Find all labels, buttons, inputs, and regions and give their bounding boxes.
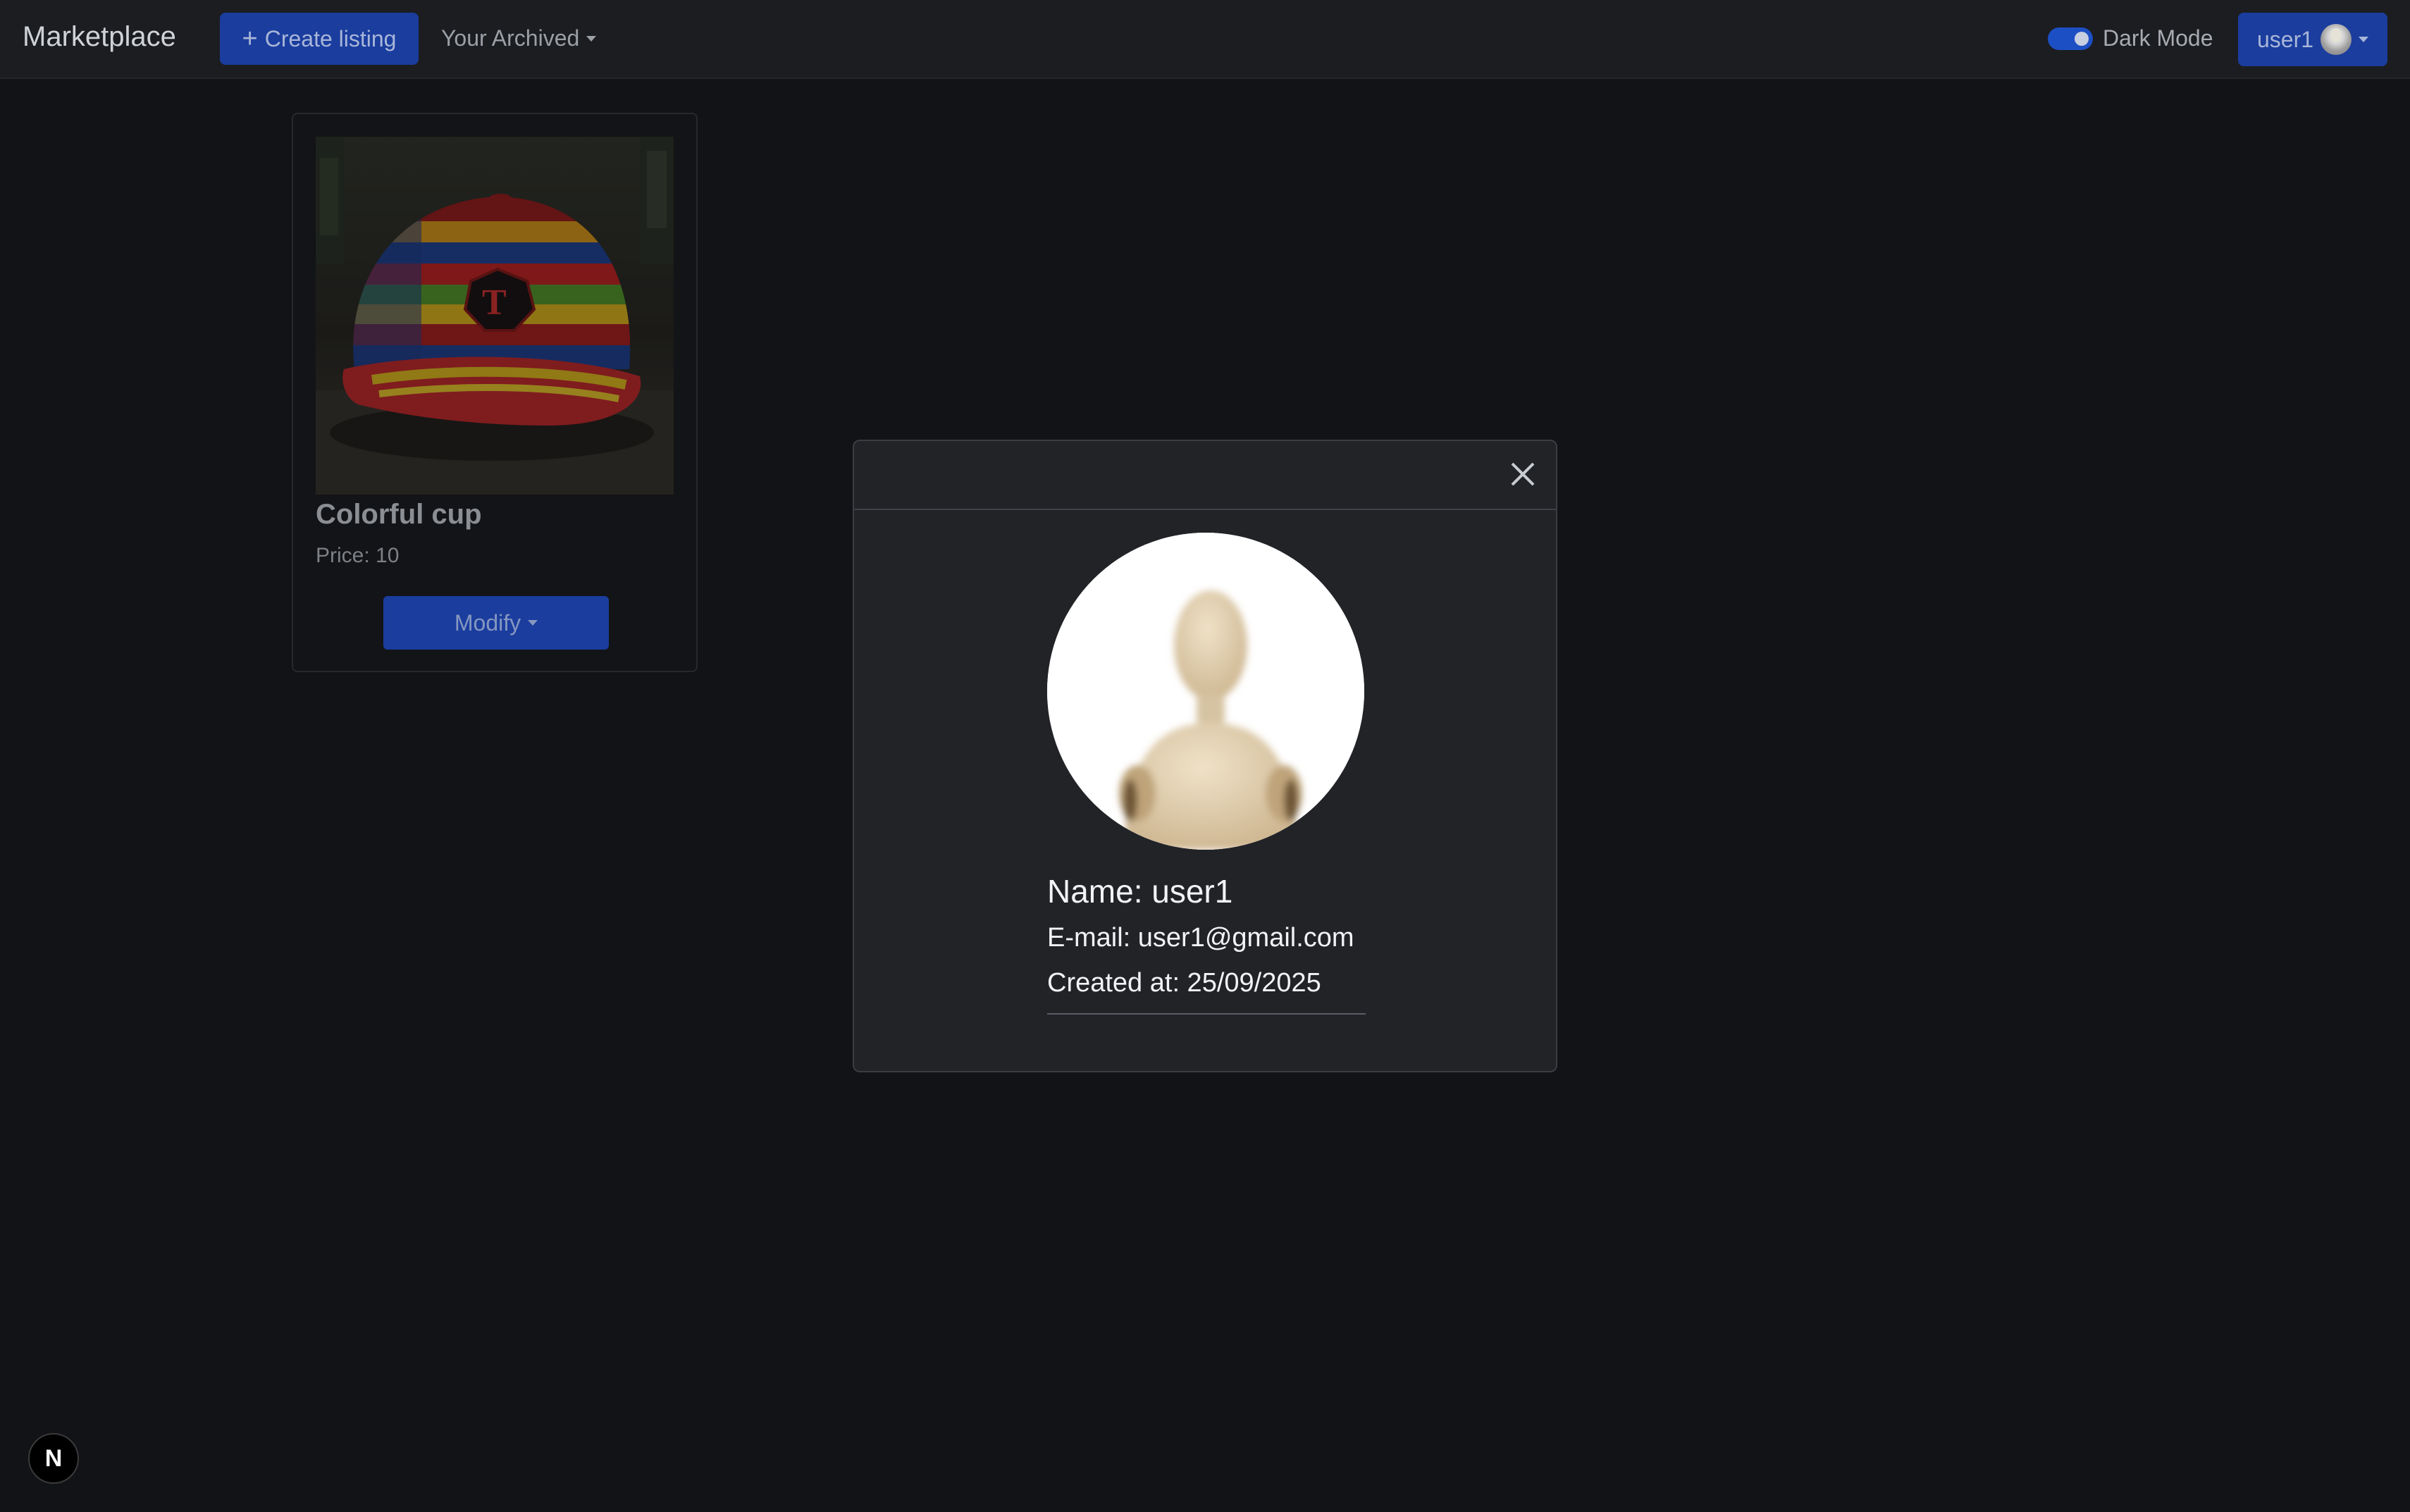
profile-email: E-mail: user1@gmail.com xyxy=(1047,923,1354,953)
listing-title: Colorful cup xyxy=(316,499,482,530)
close-icon xyxy=(1511,462,1535,486)
archived-dropdown[interactable]: Your Archived xyxy=(441,25,597,51)
close-button[interactable] xyxy=(1505,457,1540,492)
chevron-down-icon xyxy=(2359,37,2369,42)
modify-dropdown-button[interactable]: Modify xyxy=(383,596,609,650)
n-logo-badge[interactable]: N xyxy=(28,1433,79,1484)
n-letter: N xyxy=(44,1444,63,1472)
brand-title[interactable]: Marketplace xyxy=(23,21,176,53)
profile-name: Name: user1 xyxy=(1047,873,1233,910)
profile-modal: Name: user1 E-mail: user1@gmail.com Crea… xyxy=(853,440,1557,1072)
listing-image[interactable]: T xyxy=(316,137,674,495)
plus-icon: + xyxy=(242,24,258,54)
dark-mode-switch[interactable]: Dark Mode xyxy=(2048,25,2213,51)
chevron-down-icon xyxy=(528,620,538,626)
cap-image: T xyxy=(316,137,674,495)
archived-label: Your Archived xyxy=(441,25,580,51)
profile-created-at: Created at: 25/09/2025 xyxy=(1047,968,1321,998)
divider xyxy=(1047,1013,1366,1015)
listing-price: Price: 10 xyxy=(316,544,400,567)
chevron-down-icon xyxy=(586,35,597,42)
listing-card: T Colorful cup Price: 10 Modify xyxy=(292,113,698,672)
avatar xyxy=(2321,24,2352,55)
dark-mode-toggle[interactable] xyxy=(2048,27,2093,50)
create-listing-label: Create listing xyxy=(264,25,397,51)
create-listing-button[interactable]: + Create listing xyxy=(220,13,419,65)
dark-mode-label: Dark Mode xyxy=(2103,25,2213,51)
modify-label: Modify xyxy=(454,609,521,636)
top-navbar: Marketplace + Create listing Your Archiv… xyxy=(0,0,2410,79)
user-menu-button[interactable]: user1 xyxy=(2238,13,2387,66)
user-name-label: user1 xyxy=(2256,26,2314,52)
mannequin-image xyxy=(1047,533,1364,850)
modal-header xyxy=(854,441,1556,510)
profile-avatar xyxy=(1047,533,1364,850)
toggle-knob xyxy=(2075,31,2089,46)
